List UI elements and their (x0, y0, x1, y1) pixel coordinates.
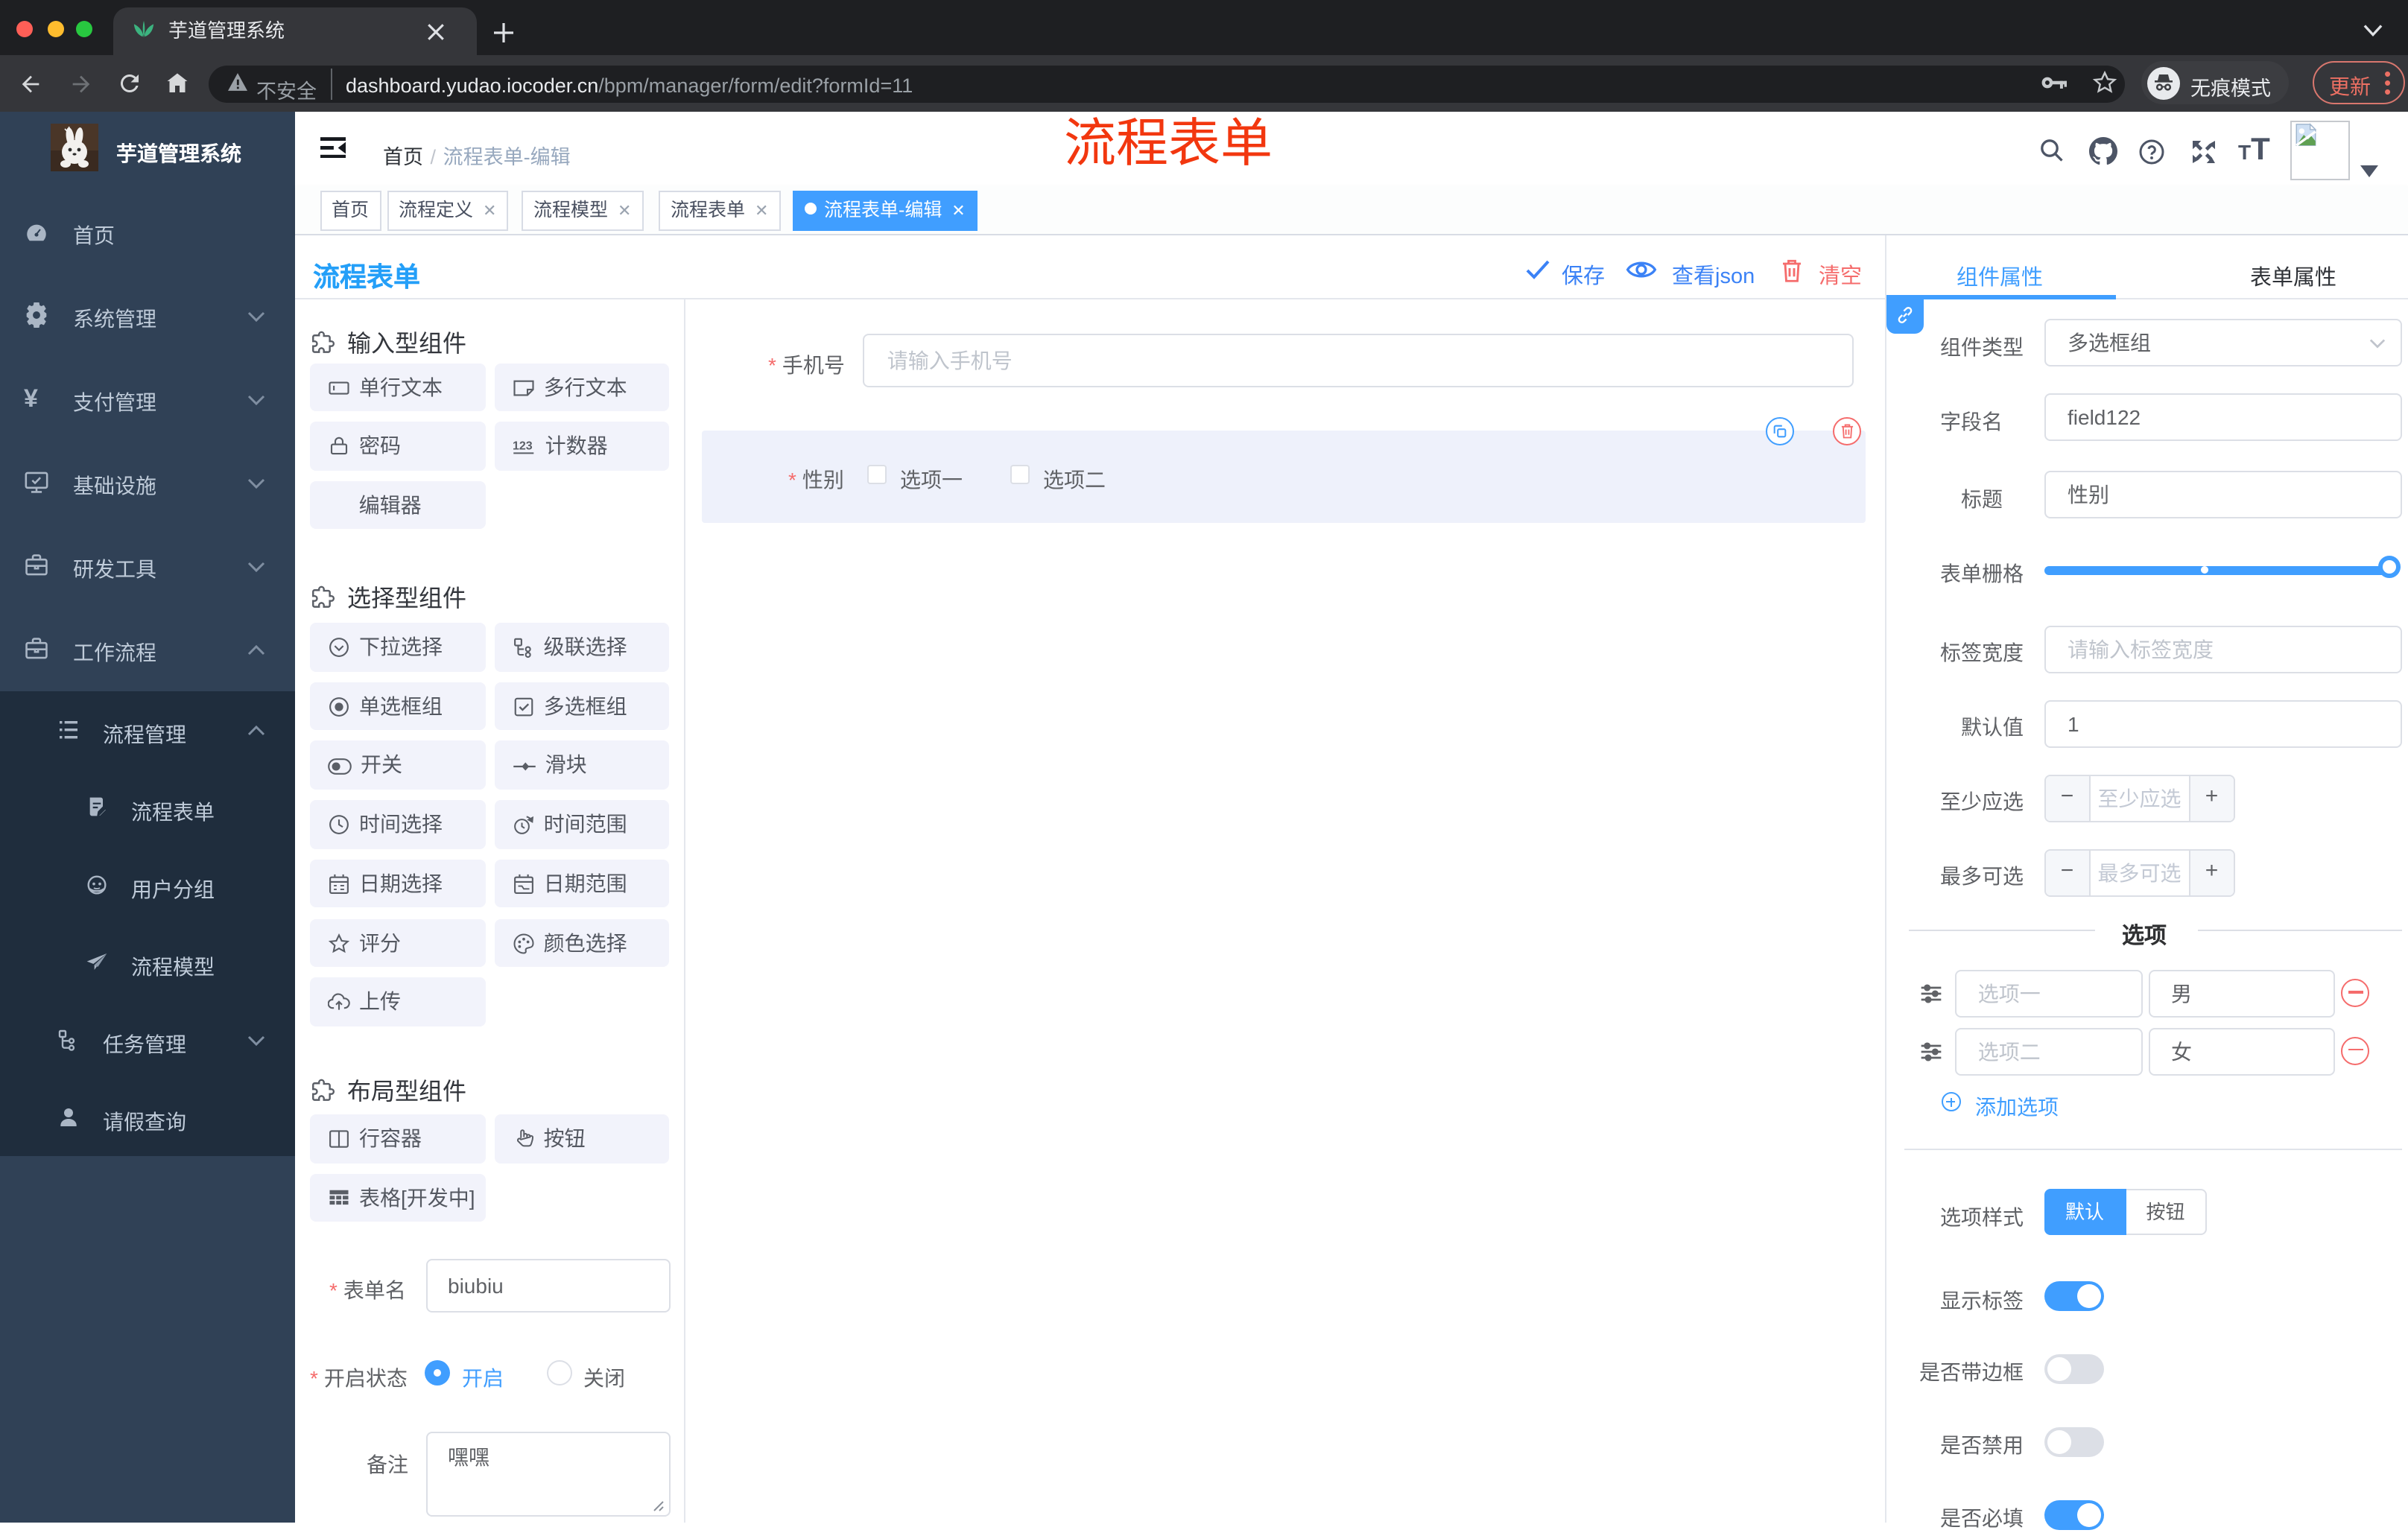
svg-text:123: 123 (513, 440, 533, 453)
